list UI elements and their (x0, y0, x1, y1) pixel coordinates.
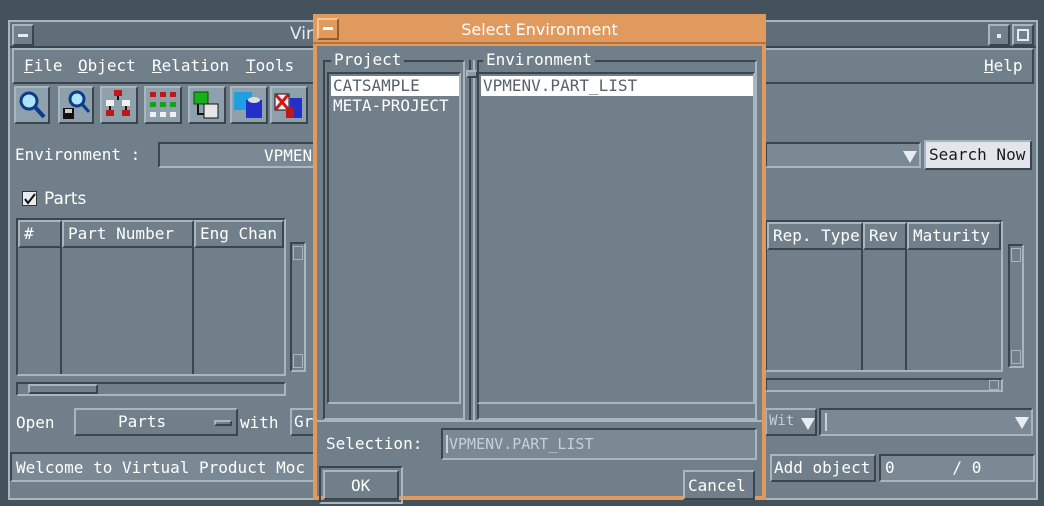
chevron-down-icon (801, 418, 815, 430)
open-label: Open (16, 413, 55, 432)
status-text: Welcome to Virtual Product Moc (16, 458, 305, 477)
dialog-title: Select Environment (461, 20, 618, 39)
ok-button[interactable]: OK (323, 470, 399, 500)
open-option-menu[interactable]: Parts (74, 408, 238, 436)
dialog-title-bar: Select Environment (313, 14, 766, 44)
with-label: with (240, 413, 279, 432)
search-now-label: Search Now (929, 145, 1026, 164)
status-bar: Welcome to Virtual Product Moc (10, 452, 320, 482)
tree-icon[interactable] (100, 86, 138, 124)
chevron-down-icon[interactable] (903, 151, 917, 163)
parts-table: # Part Number Eng Chan (16, 218, 286, 376)
environment-label: Environment : (15, 145, 141, 164)
wit-option-menu[interactable]: Wit (765, 408, 817, 436)
project-label: Project (331, 50, 405, 69)
column-header[interactable]: Maturity (907, 222, 1001, 250)
check-icon (24, 193, 36, 205)
main-title: Vir (290, 24, 313, 44)
column-header[interactable]: Eng Chan (194, 220, 284, 248)
environment-group-label: Environment (483, 50, 595, 69)
combo-field[interactable] (819, 408, 1033, 436)
column-header[interactable]: # (18, 220, 62, 248)
menu-tools[interactable]: Tools (246, 56, 294, 75)
wit-label: Wit (769, 413, 795, 429)
horizontal-scrollbar[interactable] (765, 378, 1003, 392)
menu-file[interactable]: File (24, 56, 63, 75)
environment-list[interactable]: VPMENV.PART_LIST (477, 72, 755, 404)
gr-label: Gr (294, 412, 314, 431)
menu-relation[interactable]: Relation (152, 56, 229, 75)
search-save-icon[interactable] (58, 86, 94, 124)
project-item-catsample[interactable]: CATSAMPLE (331, 76, 459, 96)
cancel-button[interactable]: Cancel (683, 470, 755, 500)
open-option-value: Parts (118, 412, 167, 431)
right-table: Rep. Type Rev Maturity (765, 220, 1003, 372)
maximize-button[interactable] (1012, 24, 1034, 46)
environment-value: VPMEN (264, 146, 313, 165)
selection-field[interactable]: VPMENV.PART_LIST (441, 428, 757, 460)
menu-object[interactable]: Object (78, 56, 136, 75)
project-list[interactable]: CATSAMPLE META-PROJECT (327, 72, 461, 404)
toolbar (12, 86, 312, 126)
environment-field[interactable]: VPMEN (158, 142, 318, 168)
search-icon[interactable] (14, 86, 50, 124)
chevron-down-icon[interactable] (1015, 417, 1029, 429)
counter-text: 0 / 0 (885, 458, 982, 477)
grid-icon[interactable] (144, 86, 182, 124)
project-item-meta-project[interactable]: META-PROJECT (333, 96, 449, 115)
add-object-label: Add object (774, 458, 871, 477)
object-counter: 0 / 0 (879, 454, 1035, 482)
environment-item-label: VPMENV.PART_LIST (483, 76, 638, 95)
parts-label: Parts (44, 189, 87, 209)
select-environment-dialog: Select Environment Project CATSAMPLE MET… (313, 14, 766, 504)
environment-field-right[interactable] (765, 142, 921, 168)
text-cursor (446, 435, 448, 453)
selection-value: VPMENV.PART_LIST (449, 435, 594, 453)
project-item-label: CATSAMPLE (333, 76, 420, 95)
selection-label: Selection: (326, 434, 423, 453)
horizontal-scrollbar[interactable] (16, 382, 286, 396)
minimize-button[interactable] (988, 24, 1010, 46)
ok-label: OK (351, 476, 371, 495)
database-icon[interactable] (230, 86, 268, 124)
relation-icon[interactable] (188, 86, 226, 124)
vertical-scrollbar[interactable] (1008, 244, 1024, 368)
add-object-button[interactable]: Add object (770, 454, 876, 482)
vertical-scrollbar[interactable] (290, 242, 306, 372)
column-header[interactable]: Part Number (62, 220, 194, 248)
pane-splitter[interactable] (469, 60, 475, 420)
column-header[interactable]: Rep. Type (767, 222, 863, 250)
window-menu-button[interactable] (12, 24, 34, 46)
option-menu-indicator (214, 420, 232, 426)
dialog-body: Project CATSAMPLE META-PROJECT Environme… (317, 46, 762, 504)
parts-checkbox[interactable] (22, 191, 37, 206)
search-now-button[interactable]: Search Now (924, 140, 1032, 170)
environment-item-selected[interactable]: VPMENV.PART_LIST (481, 76, 753, 96)
separator (317, 420, 762, 422)
delete-icon[interactable] (270, 86, 308, 124)
menu-help[interactable]: Help (984, 56, 1023, 75)
scroll-thumb[interactable] (28, 384, 98, 394)
cancel-label: Cancel (688, 476, 746, 495)
ok-button-frame: OK (319, 466, 403, 504)
column-header[interactable]: Rev (863, 222, 907, 250)
